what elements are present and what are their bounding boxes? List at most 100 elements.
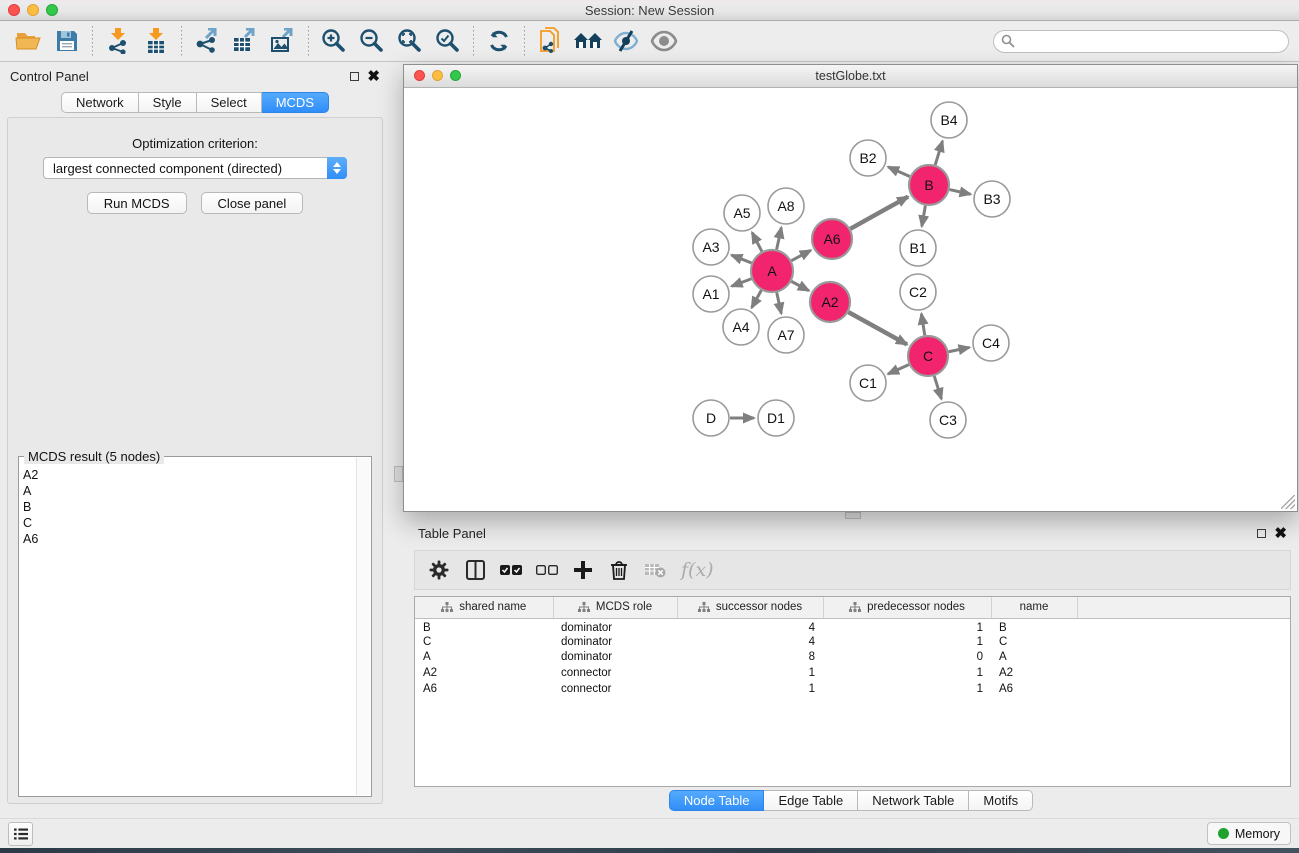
hide-details-button[interactable] xyxy=(607,24,645,58)
tab-select[interactable]: Select xyxy=(197,92,262,113)
node-table[interactable]: shared name MCDS role successor nodes pr… xyxy=(414,596,1291,787)
close-window-icon[interactable] xyxy=(8,4,20,16)
network-node-A[interactable]: A xyxy=(751,250,793,292)
network-edge-A-A2[interactable] xyxy=(791,281,808,290)
close-network-icon[interactable] xyxy=(414,70,425,81)
column-header-mcds-role[interactable]: MCDS role xyxy=(553,597,677,618)
table-row[interactable]: A2connector 11 A2 xyxy=(415,665,1290,681)
function-builder-button[interactable]: f(x) xyxy=(675,554,720,586)
table-row[interactable]: Cdominator 41 C xyxy=(415,634,1290,650)
resize-grip-icon[interactable] xyxy=(1281,495,1295,509)
export-table-button[interactable] xyxy=(226,24,264,58)
network-node-B[interactable]: B xyxy=(909,165,949,205)
network-node-A5[interactable]: A5 xyxy=(724,195,760,231)
network-canvas[interactable]: A A1 A2 A3 A4 A5 A6 A7 A8 B B1 B2 B3 B4 C C1 C2 C3 C4 D D1 xyxy=(404,88,1297,511)
zoom-out-button[interactable] xyxy=(353,24,391,58)
run-mcds-button[interactable]: Run MCDS xyxy=(87,192,187,214)
show-details-button[interactable] xyxy=(645,24,683,58)
network-node-A6[interactable]: A6 xyxy=(812,219,852,259)
show-columns-button[interactable] xyxy=(459,554,491,586)
list-item[interactable]: C xyxy=(23,515,356,531)
import-network-button[interactable] xyxy=(99,24,137,58)
select-all-button[interactable] xyxy=(495,554,527,586)
network-node-D[interactable]: D xyxy=(693,400,729,436)
table-row[interactable]: A6connector 11 A6 xyxy=(415,681,1290,697)
network-edge-A-A1[interactable] xyxy=(732,279,752,286)
network-edge-A-A7[interactable] xyxy=(777,292,782,313)
network-node-C4[interactable]: C4 xyxy=(973,325,1009,361)
search-input[interactable] xyxy=(993,30,1289,53)
zoom-fit-button[interactable] xyxy=(391,24,429,58)
network-node-C3[interactable]: C3 xyxy=(930,402,966,438)
network-edge-C-C3[interactable] xyxy=(934,376,941,399)
network-edge-A-A6[interactable] xyxy=(791,250,810,260)
column-header-name[interactable]: name xyxy=(991,597,1077,618)
import-table-button[interactable] xyxy=(137,24,175,58)
close-panel-icon[interactable]: ✖ xyxy=(367,72,380,81)
list-item[interactable]: B xyxy=(23,499,356,515)
vertical-splitter-handle[interactable] xyxy=(394,466,403,482)
zoom-selected-button[interactable] xyxy=(429,24,467,58)
network-edge-B-B2[interactable] xyxy=(888,167,910,177)
tab-style[interactable]: Style xyxy=(139,92,197,113)
network-node-C2[interactable]: C2 xyxy=(900,274,936,310)
export-image-button[interactable] xyxy=(264,24,302,58)
float-panel-icon[interactable] xyxy=(350,72,359,81)
network-node-B3[interactable]: B3 xyxy=(974,181,1010,217)
close-panel-button[interactable]: Close panel xyxy=(201,192,304,214)
export-network-button[interactable] xyxy=(188,24,226,58)
network-node-A3[interactable]: A3 xyxy=(693,229,729,265)
network-window-titlebar[interactable]: testGlobe.txt xyxy=(404,65,1297,88)
tab-mcds[interactable]: MCDS xyxy=(262,92,329,113)
zoom-in-button[interactable] xyxy=(315,24,353,58)
close-table-panel-icon[interactable]: ✖ xyxy=(1274,529,1287,538)
tab-network-table[interactable]: Network Table xyxy=(858,790,969,811)
cybrowser-button[interactable] xyxy=(569,24,607,58)
network-node-A7[interactable]: A7 xyxy=(768,317,804,353)
column-header-successor-nodes[interactable]: successor nodes xyxy=(677,597,823,618)
network-edge-A2-C[interactable] xyxy=(848,312,907,344)
network-node-A2[interactable]: A2 xyxy=(810,282,850,322)
tab-motifs[interactable]: Motifs xyxy=(969,790,1033,811)
table-row[interactable]: Adominator 80 A xyxy=(415,649,1290,665)
network-node-B4[interactable]: B4 xyxy=(931,102,967,138)
column-header-predecessor-nodes[interactable]: predecessor nodes xyxy=(823,597,991,618)
network-edge-B-B1[interactable] xyxy=(922,206,926,227)
deselect-all-button[interactable] xyxy=(531,554,563,586)
network-edge-A-A8[interactable] xyxy=(777,228,782,250)
network-node-A8[interactable]: A8 xyxy=(768,188,804,224)
network-edge-A6-B[interactable] xyxy=(850,197,908,229)
column-header-shared-name[interactable]: shared name xyxy=(415,597,553,618)
network-node-C[interactable]: C xyxy=(908,336,948,376)
network-node-A4[interactable]: A4 xyxy=(723,309,759,345)
minimize-window-icon[interactable] xyxy=(27,4,39,16)
delete-table-button[interactable] xyxy=(639,554,671,586)
zoom-window-icon[interactable] xyxy=(46,4,58,16)
memory-button[interactable]: Memory xyxy=(1207,822,1291,845)
new-network-button[interactable] xyxy=(531,24,569,58)
network-edge-A-A3[interactable] xyxy=(731,255,751,263)
tab-network[interactable]: Network xyxy=(61,92,139,113)
save-session-button[interactable] xyxy=(48,24,86,58)
table-settings-button[interactable] xyxy=(423,554,455,586)
refresh-button[interactable] xyxy=(480,24,518,58)
network-edge-C-C2[interactable] xyxy=(921,314,924,336)
table-row[interactable]: Bdominator 41 B xyxy=(415,618,1290,634)
list-item[interactable]: A6 xyxy=(23,531,356,547)
minimize-network-icon[interactable] xyxy=(432,70,443,81)
open-file-button[interactable] xyxy=(10,24,48,58)
task-history-button[interactable] xyxy=(8,822,33,846)
network-node-B1[interactable]: B1 xyxy=(900,230,936,266)
result-scrollbar[interactable] xyxy=(356,458,370,795)
float-table-panel-icon[interactable] xyxy=(1257,529,1266,538)
zoom-network-icon[interactable] xyxy=(450,70,461,81)
mcds-result-list[interactable]: A2 A B C A6 xyxy=(23,467,356,794)
network-node-D1[interactable]: D1 xyxy=(758,400,794,436)
network-node-B2[interactable]: B2 xyxy=(850,140,886,176)
list-item[interactable]: A2 xyxy=(23,467,356,483)
tab-edge-table[interactable]: Edge Table xyxy=(764,790,858,811)
network-edge-A-A5[interactable] xyxy=(752,233,762,252)
network-edge-B-B4[interactable] xyxy=(935,141,942,165)
network-node-C1[interactable]: C1 xyxy=(850,365,886,401)
network-node-A1[interactable]: A1 xyxy=(693,276,729,312)
